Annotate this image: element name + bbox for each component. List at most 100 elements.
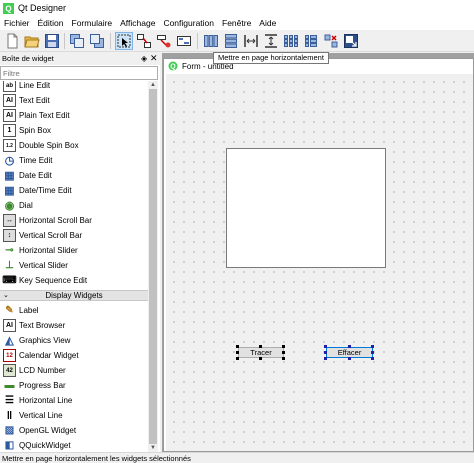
scroll-down-arrow-icon[interactable]: ▼ [149, 444, 157, 452]
widget-item-calendar-widget[interactable]: 12 Calendar Widget [0, 348, 148, 363]
window-title: Qt Designer [18, 3, 67, 13]
widget-item-key-sequence-edit[interactable]: ⌨ Key Sequence Edit [0, 273, 148, 288]
widget-item-horizontal-slider[interactable]: ⊸ Horizontal Slider [0, 243, 148, 258]
selection-handle[interactable] [348, 357, 351, 360]
selection-handle[interactable] [371, 345, 374, 348]
send-to-back-icon [90, 34, 104, 48]
widget-item-lcd-number[interactable]: 42 LCD Number [0, 363, 148, 378]
widget-item-time-edit[interactable]: ◷ Time Edit [0, 153, 148, 168]
widget-filter-input[interactable] [0, 66, 158, 80]
selection-handle[interactable] [236, 357, 239, 360]
close-panel-icon[interactable]: ✕ [150, 53, 158, 63]
widget-item-line-edit[interactable]: ab Line Edit [0, 81, 148, 93]
menu-configuration[interactable]: Configuration [159, 16, 218, 30]
category-display-widgets[interactable]: ⌄ Display Widgets [0, 290, 148, 301]
widget-item-horizontal-line[interactable]: ☰ Horizontal Line [0, 393, 148, 408]
widget-item-label: QQuickWidget [19, 441, 71, 450]
save-form-button[interactable] [43, 32, 61, 50]
label-icon: ✎ [5, 305, 14, 316]
plain-text-edit-icon: AI [3, 109, 16, 122]
layout-horizontally-tooltip: Mettre en page horizontalement [213, 52, 329, 64]
layout-vertical-splitter-button[interactable] [262, 32, 280, 50]
send-to-back-button[interactable] [88, 32, 106, 50]
widget-item-date-time-edit[interactable]: ▦ Date/Time Edit [0, 183, 148, 198]
widget-list-scrollbar[interactable]: ▲ ▼ [148, 81, 158, 452]
scrollbar-thumb[interactable] [149, 89, 157, 444]
widget-item-text-edit[interactable]: AI Text Edit [0, 93, 148, 108]
edit-signals-slots-button[interactable] [135, 32, 153, 50]
new-form-button[interactable] [3, 32, 21, 50]
float-panel-icon[interactable]: ◈ [141, 54, 147, 63]
lcd-number-icon: 42 [3, 364, 16, 377]
widget-item-qquickwidget[interactable]: ◧ QQuickWidget [0, 438, 148, 452]
widget-item-label: Horizontal Slider [19, 246, 78, 255]
widget-item-graphics-view[interactable]: ◭ Graphics View [0, 333, 148, 348]
text-edit-widget[interactable] [226, 148, 386, 268]
widget-item-text-browser[interactable]: AI Text Browser [0, 318, 148, 333]
title-bar: Q Qt Designer [0, 0, 474, 16]
widget-item-dial[interactable]: ◉ Dial [0, 198, 148, 213]
widget-item-spin-box[interactable]: 1 Spin Box [0, 123, 148, 138]
selection-handle[interactable] [348, 345, 351, 348]
widget-item-opengl-widget[interactable]: ▨ OpenGL Widget [0, 423, 148, 438]
menu-fichier[interactable]: Fichier [0, 16, 34, 30]
widget-item-label: Label [19, 306, 39, 315]
layout-grid-button[interactable] [282, 32, 300, 50]
selection-handle[interactable] [324, 345, 327, 348]
widget-item-progress-bar[interactable]: ▬ Progress Bar [0, 378, 148, 393]
widget-item-label[interactable]: ✎ Label [0, 303, 148, 318]
edit-tab-order-button[interactable] [175, 32, 193, 50]
open-form-button[interactable] [23, 32, 41, 50]
selection-handle[interactable] [259, 345, 262, 348]
break-layout-button[interactable] [322, 32, 340, 50]
menu-edition[interactable]: Édition [34, 16, 68, 30]
vertical-splitter-icon [265, 34, 277, 48]
selection-handle[interactable] [324, 351, 327, 354]
widget-item-vertical-scroll-bar[interactable]: ↕ Vertical Scroll Bar [0, 228, 148, 243]
widget-item-double-spin-box[interactable]: 1.2 Double Spin Box [0, 138, 148, 153]
widget-item-label: Plain Text Edit [19, 111, 70, 120]
edit-widgets-button[interactable] [115, 32, 133, 50]
edit-buddies-button[interactable] [155, 32, 173, 50]
widget-item-label: Text Edit [19, 96, 50, 105]
menu-affichage[interactable]: Affichage [116, 16, 159, 30]
widget-item-date-edit[interactable]: ▦ Date Edit [0, 168, 148, 183]
adjust-size-button[interactable] [342, 32, 360, 50]
menu-formulaire[interactable]: Formulaire [68, 16, 117, 30]
line-edit-icon: ab [3, 81, 16, 92]
widget-item-label: Progress Bar [19, 381, 66, 390]
bring-to-front-button[interactable] [68, 32, 86, 50]
break-layout-icon [324, 34, 338, 48]
widget-item-vertical-line[interactable]: ‖ Vertical Line [0, 408, 148, 423]
qt-designer-logo-icon: Q [3, 2, 14, 14]
main-toolbar [0, 30, 474, 52]
layout-form-button[interactable] [302, 32, 320, 50]
selection-handle[interactable] [259, 357, 262, 360]
menu-fenetre[interactable]: Fenêtre [218, 16, 255, 30]
selection-handle[interactable] [236, 345, 239, 348]
new-file-icon [7, 33, 18, 49]
layout-vertically-button[interactable] [222, 32, 240, 50]
selection-handle[interactable] [282, 345, 285, 348]
widget-item-vertical-slider[interactable]: ⊥ Vertical Slider [0, 258, 148, 273]
layout-horizontal-splitter-button[interactable] [242, 32, 260, 50]
layout-horizontally-button[interactable] [202, 32, 220, 50]
selection-handle[interactable] [236, 351, 239, 354]
selection-handle[interactable] [324, 357, 327, 360]
widget-item-horizontal-scroll-bar[interactable]: ↔ Horizontal Scroll Bar [0, 213, 148, 228]
scroll-up-arrow-icon[interactable]: ▲ [149, 81, 157, 89]
selection-handle[interactable] [371, 357, 374, 360]
selection-handle[interactable] [282, 351, 285, 354]
widget-item-label: LCD Number [19, 366, 66, 375]
form-canvas[interactable]: Tracer Effacer [166, 74, 473, 451]
widget-item-label: Time Edit [19, 156, 53, 165]
adjust-size-icon [344, 34, 358, 48]
text-edit-icon: AI [3, 94, 16, 107]
edit-widgets-icon [117, 34, 131, 48]
menu-aide[interactable]: Aide [255, 16, 280, 30]
widget-item-plain-text-edit[interactable]: AI Plain Text Edit [0, 108, 148, 123]
selection-handle[interactable] [282, 357, 285, 360]
selection-handle[interactable] [371, 351, 374, 354]
form-window[interactable]: Q Form - untitled Tracer Effacer [163, 58, 474, 452]
widget-box-header: Boîte de widget ◈ ✕ [0, 53, 160, 65]
